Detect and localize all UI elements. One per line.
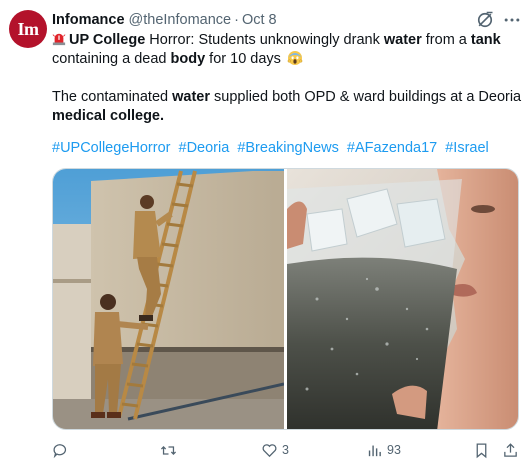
avatar[interactable]: Im — [9, 10, 47, 48]
post-date[interactable]: Oct 8 — [242, 12, 277, 28]
reply-button[interactable] — [52, 440, 73, 460]
views-button[interactable]: 93 — [366, 440, 401, 460]
text-bold: water — [172, 89, 210, 105]
action-bar: 3 93 — [52, 440, 522, 460]
tweet-header: Infomance @theInfomance · Oct 8 — [52, 10, 469, 30]
hashtag-link[interactable]: #UPCollegeHorror — [52, 140, 170, 156]
text: from a — [421, 32, 471, 48]
display-name[interactable]: Infomance — [52, 12, 125, 28]
reply-icon — [53, 443, 67, 458]
retweet-icon — [160, 445, 177, 455]
hashtag-list: #UPCollegeHorror #Deoria #BreakingNews #… — [52, 139, 493, 158]
views-chart-icon — [368, 445, 381, 456]
retweet-button[interactable] — [160, 440, 181, 460]
tweet-paragraph-2: The contaminated water supplied both OPD… — [52, 88, 522, 126]
text: The contaminated — [52, 89, 173, 105]
text: for 10 days — [205, 51, 281, 67]
like-count: 3 — [282, 443, 289, 457]
text-bold: water — [383, 32, 422, 48]
like-button[interactable]: 3 — [261, 440, 289, 460]
heart-icon — [262, 443, 277, 457]
drinking-glass-image — [287, 169, 518, 429]
hashtag-link[interactable]: #AFazenda17 — [347, 140, 437, 156]
views-count: 93 — [387, 443, 401, 457]
tweet-text: UP College Horror: Students unknowingly … — [52, 31, 522, 126]
share-button[interactable] — [502, 440, 519, 460]
photo-drinking-water[interactable] — [287, 169, 518, 429]
ladder-scene-image — [53, 169, 284, 429]
hashtag-link[interactable]: #Deoria — [179, 140, 230, 156]
face-screaming-icon — [287, 51, 303, 65]
text-bold: tank — [470, 32, 501, 48]
bookmark-icon — [476, 442, 487, 458]
text: containing a dead — [52, 51, 171, 67]
text: supplied both OPD & ward buildings at a … — [210, 89, 522, 105]
text-bold: UP College — [69, 32, 146, 48]
grok-icon[interactable] — [475, 10, 495, 30]
text-bold: body — [170, 51, 206, 67]
photo-ladder[interactable] — [53, 169, 284, 429]
rotating-light-icon — [52, 33, 66, 46]
text-bold: medical college. — [52, 108, 165, 124]
share-icon — [504, 442, 517, 457]
more-icon[interactable] — [502, 10, 522, 30]
media-grid — [52, 168, 519, 430]
hashtag-link[interactable]: #BreakingNews — [237, 140, 339, 156]
text: Horror: Students unknowingly drank — [145, 32, 384, 48]
bookmark-button[interactable] — [473, 440, 490, 460]
tweet-paragraph-1: UP College Horror: Students unknowingly … — [52, 31, 522, 69]
separator: · — [234, 12, 239, 28]
hashtag-link[interactable]: #Israel — [445, 140, 489, 156]
user-handle[interactable]: @theInfomance — [129, 12, 232, 28]
